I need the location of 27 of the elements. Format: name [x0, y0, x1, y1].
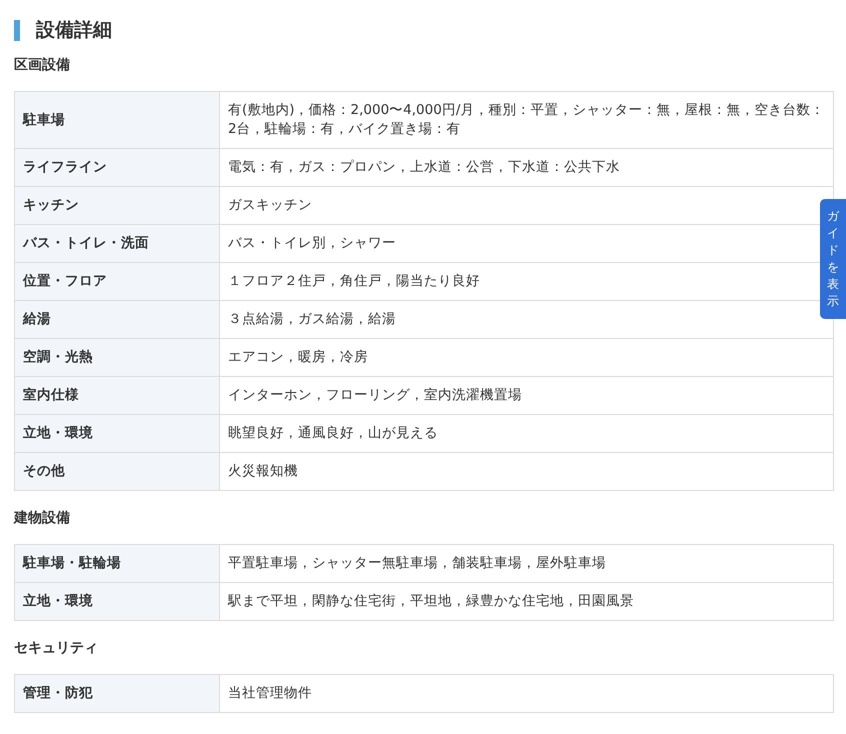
row-label-cell: その他	[14, 452, 220, 490]
row-label-cell: キッチン	[14, 186, 220, 224]
row-label-cell: ライフライン	[14, 148, 220, 186]
row-value-cell: 眺望良好，通風良好，山が見える	[220, 414, 834, 452]
row-value-cell: 有(敷地内)，価格：2,000〜4,000円/月，種別：平置，シャッター：無，屋根：無，空き台数：2台，駐輪場：有，バイク置き場：有	[220, 92, 834, 148]
section-heading: 建物設備	[14, 509, 71, 527]
section-heading: セキュリティ	[14, 639, 99, 657]
row-value-cell: 当社管理物件	[220, 674, 834, 712]
title-accent-bar	[14, 20, 20, 40]
row-label-cell: 給湯	[14, 300, 220, 338]
row-value-cell: 平置駐車場，シャッター無駐車場，舗装駐車場，屋外駐車場	[220, 544, 834, 582]
page-title: 設備詳細	[36, 18, 112, 42]
row-label-cell: 駐車場・駐輪場	[14, 544, 220, 582]
row-label-cell: 室内仕様	[14, 376, 220, 414]
row-label-cell: バス・トイレ・洗面	[14, 224, 220, 262]
row-label-cell: 位置・フロア	[14, 262, 220, 300]
row-label-cell: 空調・光熱	[14, 338, 220, 376]
row-value-cell: エアコン，暖房，冷房	[220, 338, 834, 376]
row-label-cell: 立地・環境	[14, 582, 220, 620]
row-value-cell: 電気：有，ガス：プロパン，上水道：公営，下水道：公共下水	[220, 148, 834, 186]
section-heading: 区画設備	[14, 56, 71, 74]
row-label-cell: 駐車場	[14, 92, 220, 148]
row-label-cell: 立地・環境	[14, 414, 220, 452]
row-value-cell: 火災報知機	[220, 452, 834, 490]
row-value-cell: インターホン，フローリング，室内洗濯機置場	[220, 376, 834, 414]
row-label-cell: 管理・防犯	[14, 674, 220, 712]
row-value-cell: 駅まで平坦，閑静な住宅街，平坦地，緑豊かな住宅地，田園風景	[220, 582, 834, 620]
